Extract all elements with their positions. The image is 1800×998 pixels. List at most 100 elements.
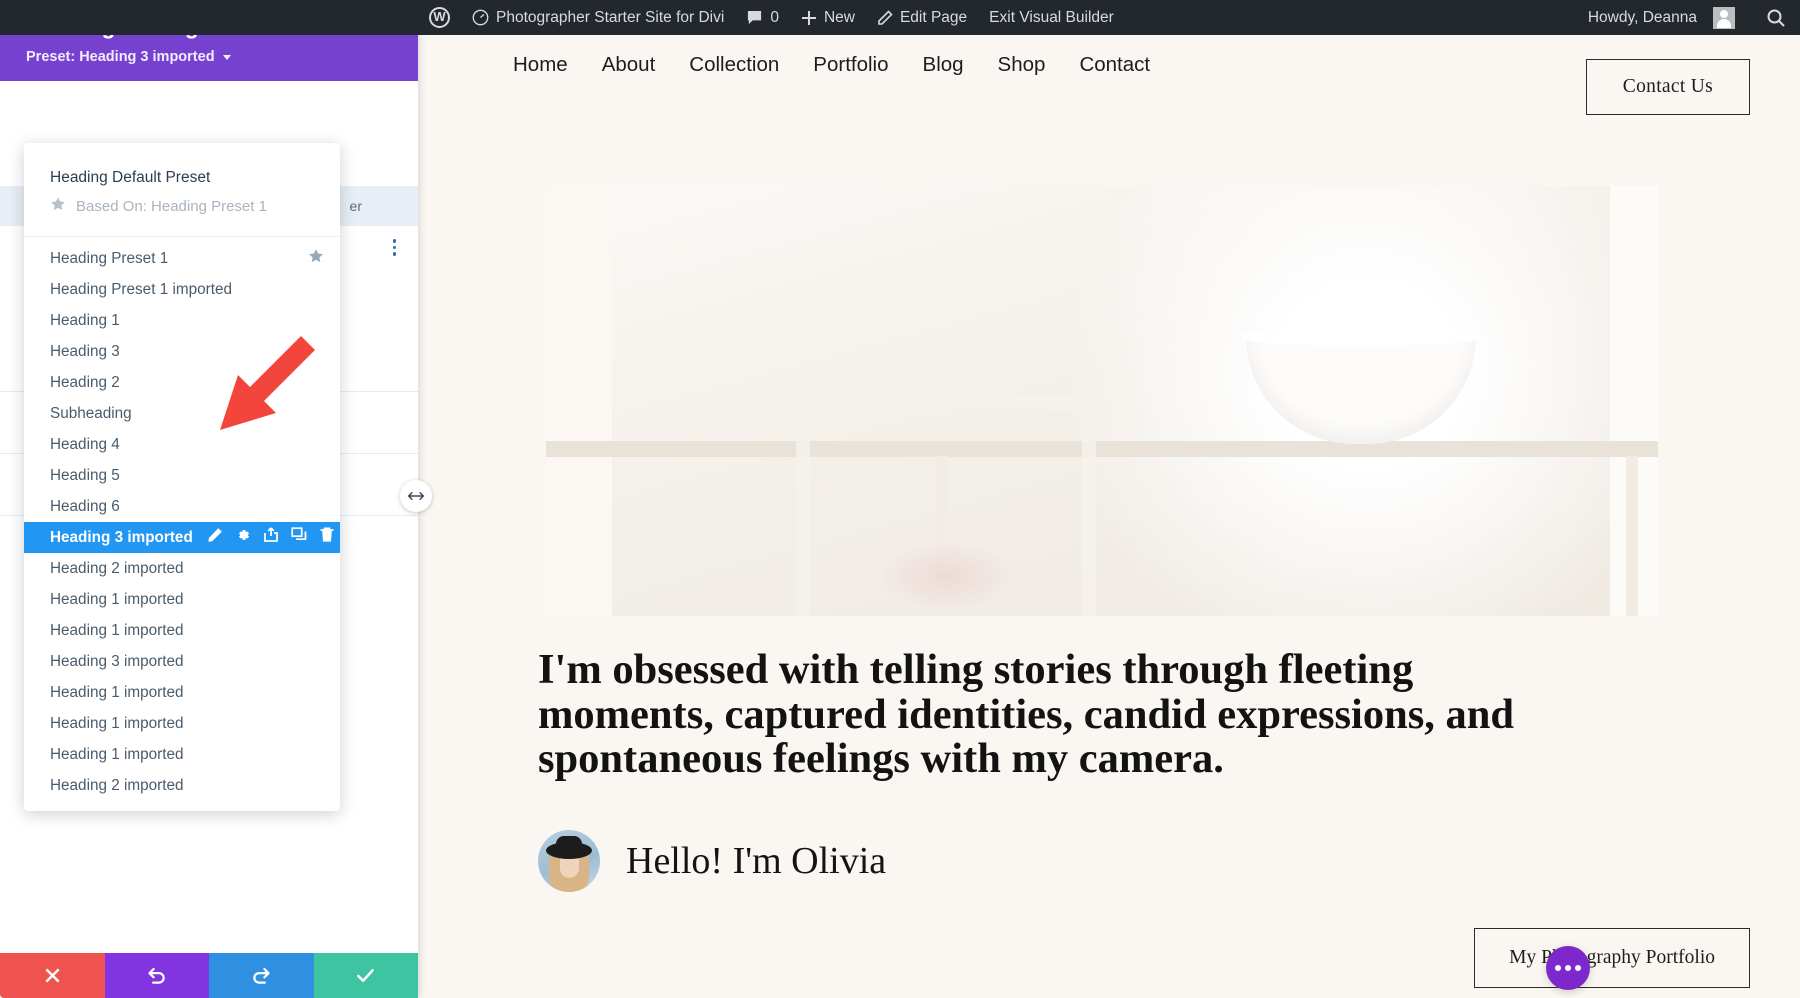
nav-item-collection[interactable]: Collection <box>689 53 779 77</box>
preset-item[interactable]: Heading 1 <box>24 305 340 336</box>
site-name-menu[interactable]: Photographer Starter Site for Divi <box>461 0 735 35</box>
user-avatar <box>1713 7 1735 29</box>
preset-item-label: Heading 6 <box>50 498 120 516</box>
edit-page-label: Edit Page <box>900 9 967 27</box>
my-photography-portfolio-button[interactable]: My Photography Portfolio <box>1474 928 1750 988</box>
hero-wall-left <box>546 186 612 616</box>
chevron-down-icon <box>223 55 231 60</box>
preset-item-label: Heading 1 imported <box>50 591 184 609</box>
preset-item[interactable]: Heading Preset 1 <box>24 243 340 274</box>
star-icon <box>50 196 66 216</box>
nav-item-shop[interactable]: Shop <box>998 53 1046 77</box>
hero-image <box>546 186 1658 616</box>
comment-bubble-icon <box>746 10 763 26</box>
preset-item-label: Heading 1 imported <box>50 746 184 764</box>
more-horizontal-icon[interactable] <box>1546 946 1590 990</box>
preset-item-label: Heading 1 <box>50 312 120 330</box>
preset-item[interactable]: Heading 1 imported <box>24 739 340 770</box>
nav-item-contact[interactable]: Contact <box>1079 53 1150 77</box>
preset-item[interactable]: Heading 1 imported <box>24 708 340 739</box>
panel-resize-handle[interactable] <box>400 480 432 512</box>
preset-list: Heading Preset 1 Heading Preset 1 import… <box>24 243 340 801</box>
default-preset-basedon: Based On: Heading Preset 1 <box>50 196 314 216</box>
default-preset-basedon-label: Based On: Heading Preset 1 <box>76 198 267 215</box>
preset-item[interactable]: Heading 4 <box>24 429 340 460</box>
preset-selector[interactable]: Preset: Heading 3 imported <box>26 49 398 65</box>
nav-item-about[interactable]: About <box>602 53 656 77</box>
hero-heading-text[interactable]: I'm obsessed with telling stories throug… <box>538 648 1598 782</box>
contact-us-button[interactable]: Contact Us <box>1586 59 1750 115</box>
preset-item[interactable]: Subheading <box>24 398 340 429</box>
panel-action-bar <box>0 953 418 998</box>
preset-item[interactable]: Heading 2 imported <box>24 553 340 584</box>
preset-item[interactable]: Heading 1 imported <box>24 615 340 646</box>
edit-page-link[interactable]: Edit Page <box>866 0 978 35</box>
preset-item-label: Subheading <box>50 405 132 423</box>
preset-item-label: Heading 3 <box>50 343 120 361</box>
preset-item-label: Heading 1 imported <box>50 684 184 702</box>
preset-dropdown-menu: Heading Default Preset Based On: Heading… <box>24 143 340 811</box>
intro-name-text[interactable]: Hello! I'm Olivia <box>626 839 886 883</box>
preset-item-label: Heading 3 imported <box>50 653 184 671</box>
preset-default-section[interactable]: Heading Default Preset Based On: Heading… <box>24 155 340 224</box>
nav-item-home[interactable]: Home <box>513 53 568 77</box>
background-row-more-icon[interactable] <box>393 239 397 256</box>
preset-row-actions <box>207 527 363 548</box>
preset-item-label: Heading 3 imported <box>50 529 193 547</box>
exit-visual-builder-label: Exit Visual Builder <box>989 9 1114 27</box>
comments-count: 0 <box>770 9 779 27</box>
heading-settings-panel: Heading Settings Preset: Heading 3 impor… <box>0 0 418 998</box>
preset-item[interactable]: Heading 2 <box>24 367 340 398</box>
preset-item[interactable]: Heading 3 imported <box>24 646 340 677</box>
preset-item-label: Heading 5 <box>50 467 120 485</box>
redo-button[interactable] <box>209 953 314 998</box>
export-icon[interactable] <box>263 527 279 548</box>
delete-trash-icon[interactable] <box>319 527 335 548</box>
save-changes-button[interactable] <box>314 953 419 998</box>
rename-pencil-icon[interactable] <box>207 527 223 548</box>
set-default-star-icon[interactable] <box>347 527 363 548</box>
preset-item-label: Heading 4 <box>50 436 120 454</box>
exit-visual-builder-link[interactable]: Exit Visual Builder <box>978 0 1125 35</box>
star-icon[interactable] <box>308 248 324 269</box>
duplicate-icon[interactable] <box>291 527 307 548</box>
preset-prefix-label: Preset: <box>26 49 75 65</box>
panel-body: er Heading Default Preset Based On: Head… <box>0 81 418 953</box>
preset-item[interactable]: Heading Preset 1 imported <box>24 274 340 305</box>
undo-button[interactable] <box>105 953 210 998</box>
preset-item[interactable]: Heading 5 <box>24 460 340 491</box>
preset-item[interactable]: Heading 2 imported <box>24 770 340 801</box>
preset-item-label: Heading Preset 1 <box>50 250 168 268</box>
preset-item-label: Heading 2 imported <box>50 777 184 795</box>
discard-changes-button[interactable] <box>0 953 105 998</box>
pencil-icon <box>877 10 893 26</box>
wordpress-admin-bar: Photographer Starter Site for Divi 0 New… <box>0 0 1800 35</box>
preset-item-label: Heading 1 imported <box>50 622 184 640</box>
preset-item[interactable]: Heading 1 imported <box>24 677 340 708</box>
wordpress-logo-icon[interactable] <box>418 0 461 35</box>
default-preset-title: Heading Default Preset <box>50 169 314 187</box>
preset-item-active[interactable]: Heading 3 imported <box>24 522 340 553</box>
screen-root: Home About Collection Portfolio Blog Sho… <box>0 0 1800 998</box>
preset-item[interactable]: Heading 3 <box>24 336 340 367</box>
comments-menu[interactable]: 0 <box>735 0 790 35</box>
hero-bowl-rim <box>1238 328 1484 346</box>
search-icon[interactable] <box>1766 8 1786 28</box>
nav-item-portfolio[interactable]: Portfolio <box>813 53 888 77</box>
hero-bowl <box>1246 336 1476 444</box>
preset-item-label: Heading 1 imported <box>50 715 184 733</box>
account-menu[interactable]: Howdy, Deanna <box>1577 0 1746 35</box>
preset-item[interactable]: Heading 6 <box>24 491 340 522</box>
preset-item-label: Heading Preset 1 imported <box>50 281 232 299</box>
dashboard-icon <box>472 9 489 26</box>
site-name-label: Photographer Starter Site for Divi <box>496 9 724 27</box>
nav-item-blog[interactable]: Blog <box>923 53 964 77</box>
preset-item[interactable]: Heading 1 imported <box>24 584 340 615</box>
howdy-label: Howdy, Deanna <box>1588 9 1697 27</box>
preset-item-label: Heading 2 <box>50 374 120 392</box>
menu-divider <box>24 236 340 237</box>
avatar <box>538 830 600 892</box>
background-tab-label: er <box>350 198 362 214</box>
settings-gear-icon[interactable] <box>235 527 251 548</box>
new-content-menu[interactable]: New <box>790 0 866 35</box>
